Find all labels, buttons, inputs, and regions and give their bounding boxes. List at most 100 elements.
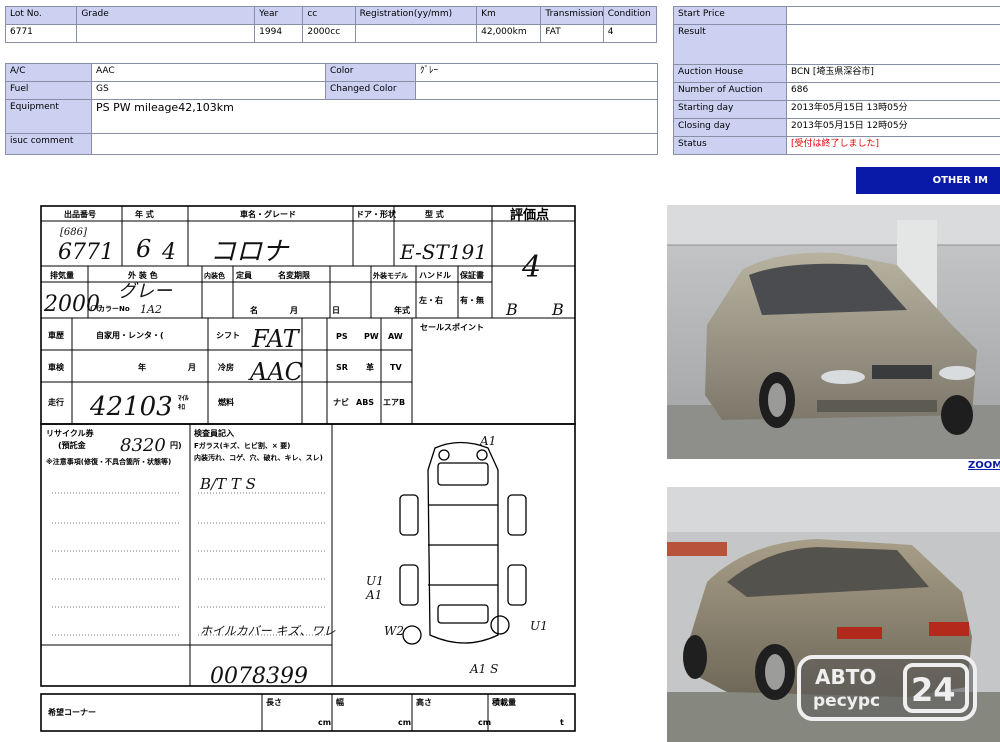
hw-lot-bracket: [686] — [60, 227, 87, 238]
condition-value: 4 — [602, 24, 658, 43]
sheet-inspection-label: 車検 — [48, 362, 65, 372]
car-photo-rear-drawing: АВТО ресурс 24 — [667, 487, 1000, 742]
condition-header: Condition — [602, 6, 658, 25]
sheet-doors-label: ドア・形状 — [356, 209, 397, 219]
sheet-sales-point: セールスポイント — [420, 322, 484, 332]
sheet-leather: 革 — [366, 362, 374, 372]
watermark-logo: АВТО ресурс 24 — [797, 655, 977, 721]
auction-number-label: Number of Auction — [673, 82, 787, 101]
sheet-era-suffix: 年式 — [394, 305, 410, 315]
sheet-pw: PW — [364, 332, 379, 341]
car-photo-front-drawing — [667, 205, 1000, 459]
fuel-value: GS — [91, 81, 326, 100]
starting-day-value: 2013年05月15日 13時05分 — [786, 100, 1000, 119]
color-label: Color — [325, 63, 416, 82]
sheet-year-short: 年 — [138, 362, 146, 372]
spec-table: A/C AAC Color ｸﾞﾚｰ Fuel GS Changed Color… — [5, 63, 658, 155]
lot-table-header-row: Lot No. Grade Year cc Registration(yy/mm… — [4, 6, 658, 25]
year-value: 1994 — [254, 24, 304, 43]
start-price-label: Start Price — [673, 6, 787, 25]
sheet-handle-label: ハンドル — [419, 271, 451, 280]
equipment-label: Equipment — [5, 99, 92, 134]
sheet-exterior-model-label: 外装モデル — [373, 271, 408, 280]
auction-sheet-image[interactable]: 出品番号 年 式 車名・グレード ドア・形状 型 式 評価点 排気量 外 装 色… — [40, 205, 576, 733]
status-value: [受付は終了しました] — [786, 136, 1000, 155]
sheet-sr: SR — [336, 363, 348, 372]
hw-color: グレー — [118, 281, 173, 302]
starting-day-label: Starting day — [673, 100, 787, 119]
hw-notes-2: ホイルカバー キズ、ワレ — [200, 624, 335, 638]
hw-year: 6 — [136, 235, 151, 263]
watermark-line2: ресурс — [813, 691, 880, 711]
sheet-warranty-label: 保証書 — [459, 270, 484, 280]
hw-name: コロナ — [210, 237, 290, 267]
sheet-glass-label: Fガラス(キズ、ヒビ割、× 要) — [194, 441, 290, 450]
sheet-interior-color-label: 内装色 — [204, 271, 225, 280]
hw-damage-a1b: A1 — [365, 588, 382, 602]
lot-no-header: Lot No. — [4, 6, 78, 25]
result-value — [786, 24, 1000, 65]
closing-day-value: 2013年05月15日 12時05分 — [786, 118, 1000, 137]
hw-chassis: 0078399 — [210, 664, 308, 689]
sheet-recycle-label: リサイクル券 — [46, 428, 95, 438]
hw-color-code: 1A2 — [140, 303, 162, 316]
sheet-ac-label: 冷房 — [218, 362, 234, 372]
other-images-button[interactable]: OTHER IM — [856, 167, 1000, 194]
registration-header: Registration(yy/mm) — [354, 6, 478, 25]
sheet-notes-label: ※注意事項(修復・不具合箇所・状態等) — [46, 457, 171, 466]
sheet-width-label: 幅 — [336, 697, 344, 707]
transmission-header: Transmission — [540, 6, 604, 25]
auction-house-value: BCN [埼玉県深谷市] — [786, 64, 1000, 83]
sheet-cm-1: cm — [318, 718, 331, 727]
sheet-ps: PS — [336, 332, 348, 341]
sheet-capacity-label: 定員 — [235, 270, 252, 280]
hw-recycle: 8320 — [120, 435, 166, 456]
sheet-mileage-unit-2: ｷﾛ — [178, 403, 185, 411]
result-label: Result — [673, 24, 787, 65]
sheet-shift-label: シフト — [216, 331, 240, 340]
hw-month: 4 — [161, 240, 176, 265]
hw-score: 4 — [521, 250, 541, 285]
sheet-length-label: 長さ — [266, 698, 282, 707]
sheet-month-short: 月 — [187, 363, 196, 372]
fuel-label: Fuel — [5, 81, 92, 100]
closing-day-label: Closing day — [673, 118, 787, 137]
sheet-mileage-label: 走行 — [47, 397, 64, 407]
sheet-interior-label: 内装汚れ、コゲ、穴、破れ、キレ、スレ) — [194, 453, 323, 462]
hw-ac: AAC — [248, 358, 303, 386]
auction-number-value: 686 — [786, 82, 1000, 101]
hw-model: E-ST191 — [399, 240, 487, 264]
sheet-warranty-value: 有・無 — [460, 295, 484, 305]
sheet-reg-period-label: 名変期限 — [278, 270, 310, 280]
auction-table: Start Price Result Auction House BCN [埼玉… — [673, 6, 1000, 155]
hw-damage-w2: W2 — [384, 624, 404, 638]
sheet-aw: AW — [388, 332, 403, 341]
hw-mileage: 42103 — [89, 392, 173, 422]
cc-value: 2000cc — [302, 24, 356, 43]
hw-damage-u1: U1 — [366, 574, 384, 588]
sheet-inspector-label: 検査員記入 — [194, 428, 234, 438]
auction-house-label: Auction House — [673, 64, 787, 83]
watermark-number: 24 — [911, 671, 956, 709]
sheet-displacement-label: 排気量 — [50, 270, 74, 280]
lot-table: Lot No. Grade Year cc Registration(yy/mm… — [4, 6, 658, 43]
km-value: 42,000km — [476, 24, 542, 43]
sheet-tv: TV — [390, 363, 402, 372]
sheet-airbag: エアB — [383, 398, 405, 407]
car-photo-front[interactable] — [667, 205, 1000, 459]
comment-value — [91, 133, 658, 155]
color-value: ｸﾞﾚｰ — [415, 63, 658, 82]
sheet-name-suffix: 名 — [250, 305, 258, 315]
sheet-mileage-unit-1: ﾏｲﾙ — [178, 394, 189, 402]
zoom-link[interactable]: ZOOM — [968, 460, 1000, 471]
sheet-year-label: 年 式 — [135, 209, 154, 219]
sheet-load-label: 積載量 — [491, 697, 516, 707]
sheet-height-label: 高さ — [416, 697, 432, 707]
equipment-value: PS PW mileage42,103km — [91, 99, 658, 134]
sheet-score-label: 評価点 — [510, 207, 549, 223]
car-photo-rear[interactable]: АВТО ресурс 24 — [667, 487, 1000, 742]
year-header: Year — [254, 6, 304, 25]
sheet-month-suffix: 月 — [289, 306, 298, 315]
hw-damage-a1: A1 — [479, 434, 496, 448]
lot-no-value: 6771 — [4, 24, 78, 43]
